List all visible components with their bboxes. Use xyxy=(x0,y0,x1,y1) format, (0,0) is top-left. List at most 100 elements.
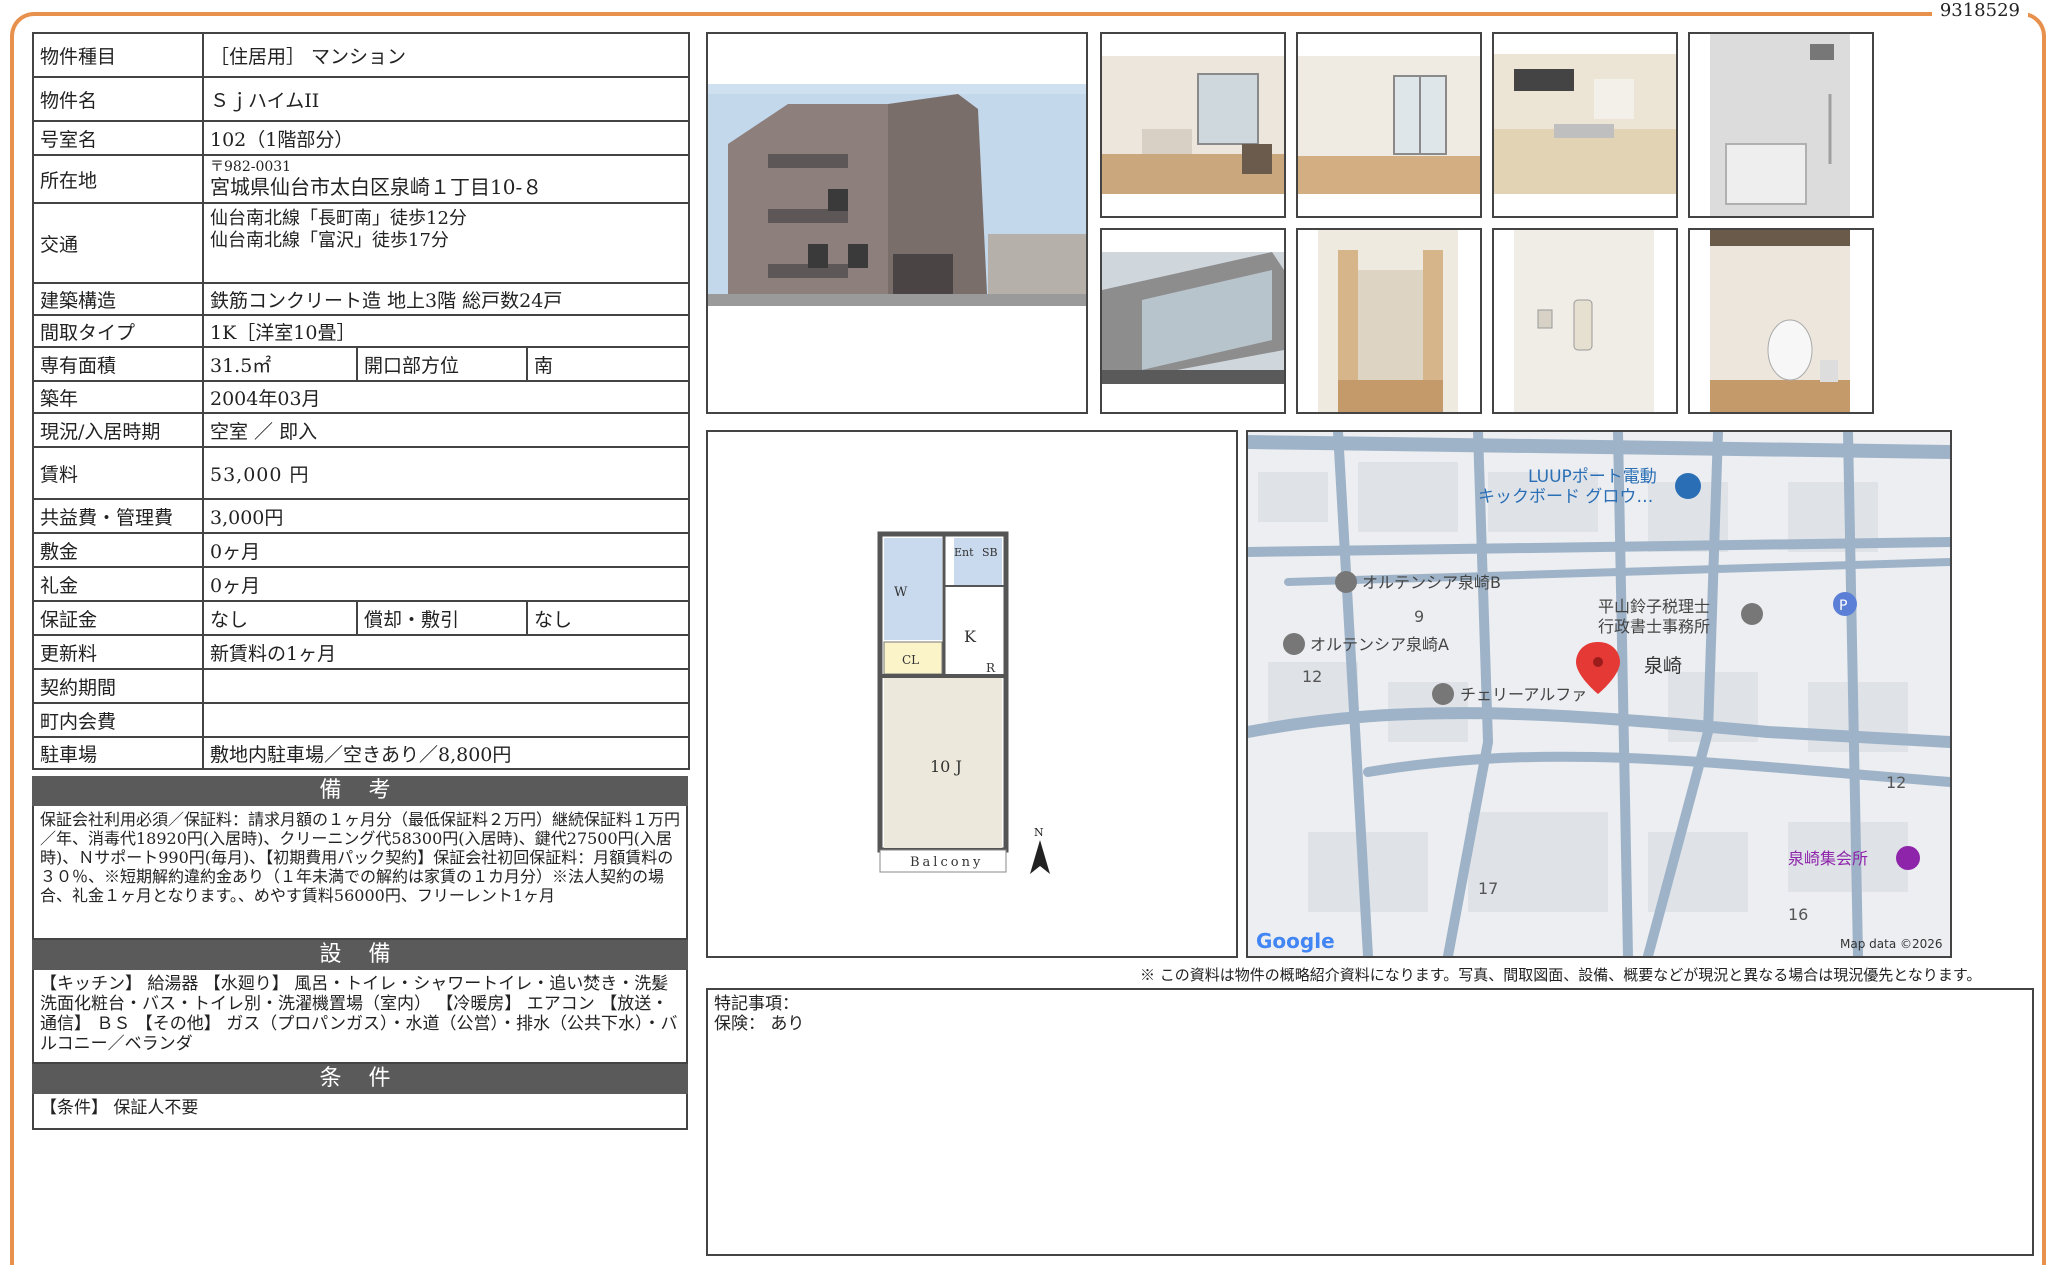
built-value: 2004年03月 xyxy=(202,380,690,414)
svg-text:P: P xyxy=(1839,598,1847,614)
access-value: 仙台南北線「長町南」徒歩12分 仙台南北線「富沢」徒歩17分 xyxy=(202,202,690,284)
map-number-17: 17 xyxy=(1478,879,1498,898)
guarantee-value: なし xyxy=(202,600,358,636)
room-label: 号室名 xyxy=(32,120,204,156)
structure-label: 建築構造 xyxy=(32,282,204,316)
bicycle-icon[interactable] xyxy=(1675,473,1701,499)
western-room-photo-image xyxy=(1298,34,1480,216)
toilet-photo xyxy=(1688,228,1874,414)
balcony-photo-image xyxy=(1102,230,1284,412)
floor-plan-room: 10 J xyxy=(930,757,962,776)
special-notes-title: 特記事項： xyxy=(714,994,799,1014)
floor-plan-balcony: Balcony xyxy=(910,855,983,870)
type-label: 物件種目 xyxy=(32,32,204,78)
map-poi-luup-2: キックボード グロウ… xyxy=(1478,487,1653,507)
living-room-photo-image xyxy=(1102,34,1284,216)
floor-plan-sb: SB xyxy=(982,546,998,559)
area-value: 31.5㎡ xyxy=(202,346,358,382)
exterior-photo-image xyxy=(708,34,1086,412)
layout-value: 1K［洋室10畳］ xyxy=(202,314,690,348)
fee-label: 共益費・管理費 xyxy=(32,498,204,534)
closet-photo-image xyxy=(1298,230,1480,412)
conditions-header: 条 件 xyxy=(32,1064,688,1094)
deposit-label: 敷金 xyxy=(32,532,204,568)
location-label: 所在地 xyxy=(32,154,204,204)
google-logo: Google xyxy=(1256,929,1335,953)
kitchen-photo xyxy=(1492,32,1678,218)
equipment-header: 設 備 xyxy=(32,940,688,970)
map-poi-hirayama-1: 平山鈴子税理士 xyxy=(1598,597,1710,616)
intercom-photo xyxy=(1492,228,1678,414)
map-poi-ortensia-b: オルテンシア泉崎B xyxy=(1362,573,1501,592)
structure-value: 鉄筋コンクリート造 地上3階 総戸数24戸 xyxy=(202,282,690,316)
conditions-body: 【条件】 保証人不要 xyxy=(32,1094,688,1130)
access-line-1: 仙台南北線「長町南」徒歩12分 xyxy=(210,208,467,229)
name-label: 物件名 xyxy=(32,76,204,122)
floor-plan-cl: CL xyxy=(902,653,919,667)
name-value: ＳｊハイムII xyxy=(202,76,690,122)
map-pin-icon[interactable] xyxy=(1335,571,1357,593)
association-fee-label: 町内会費 xyxy=(32,702,204,738)
map-poi-hirayama-2: 行政書士事務所 xyxy=(1598,617,1710,636)
property-spec-table: 物件種目 ［住居用］ マンション 物件名 ＳｊハイムII 号室名 102（1階部… xyxy=(32,32,690,770)
deposit-value: 0ヶ月 xyxy=(202,532,690,568)
contract-value xyxy=(202,668,690,704)
address: 宮城県仙台市太白区泉崎１丁目10-８ xyxy=(210,175,543,199)
status-value: 空室 ／ 即入 xyxy=(202,412,690,448)
remarks-body: 保証会社利用必須／保証料：請求月額の１ヶ月分（最低保証料２万円）継続保証料１万円… xyxy=(32,806,688,940)
area-label: 専有面積 xyxy=(32,346,204,382)
rent-value: 53,000 円 xyxy=(202,446,690,500)
layout-label: 間取タイプ xyxy=(32,314,204,348)
location-map[interactable]: LUUPポート電動 キックボード グロウ… オルテンシア泉崎B オルテンシア泉崎… xyxy=(1246,430,1952,958)
western-room-photo xyxy=(1296,32,1482,218)
document-id: 9318529 xyxy=(1931,0,2028,21)
community-hall-icon[interactable] xyxy=(1896,846,1920,870)
map-number-12-left: 12 xyxy=(1302,667,1322,686)
map-attribution: Map data ©2026 xyxy=(1840,937,1943,951)
amortization-value: なし xyxy=(526,600,690,636)
map-pin-icon[interactable] xyxy=(1432,683,1454,705)
floor-plan-k: K xyxy=(964,627,977,646)
map-poi-ortensia-a: オルテンシア泉崎A xyxy=(1310,635,1449,654)
balcony-photo xyxy=(1100,228,1286,414)
floor-plan-ent: Ent xyxy=(954,546,974,559)
closet-photo xyxy=(1296,228,1482,414)
svg-text:N: N xyxy=(1034,826,1044,839)
special-notes-box: 特記事項： 保険： あり xyxy=(706,988,2034,1256)
location-map-drawing[interactable]: LUUPポート電動 キックボード グロウ… オルテンシア泉崎B オルテンシア泉崎… xyxy=(1248,432,1950,956)
access-line-2: 仙台南北線「富沢」徒歩17分 xyxy=(210,230,449,251)
insurance-note: 保険： あり xyxy=(714,1014,805,1034)
map-number-16: 16 xyxy=(1788,905,1808,924)
equipment-body: 【キッチン】 給湯器 【水廻り】 風呂・トイレ・シャワートイレ・追い焚き・洗髪洗… xyxy=(32,970,688,1064)
parking-label: 駐車場 xyxy=(32,736,204,770)
room-value: 102（1階部分） xyxy=(202,120,690,156)
association-fee-value xyxy=(202,702,690,738)
parking-value: 敷地内駐車場／空きあり／8,800円 xyxy=(202,736,690,770)
status-label: 現況/入居時期 xyxy=(32,412,204,448)
direction-value: 南 xyxy=(526,346,690,382)
map-poi-cherry: チェリーアルファ xyxy=(1460,685,1587,704)
map-pin-icon[interactable] xyxy=(1283,633,1305,655)
guarantee-label: 保証金 xyxy=(32,600,204,636)
type-value: ［住居用］ マンション xyxy=(202,32,690,78)
living-room-photo xyxy=(1100,32,1286,218)
kitchen-photo-image xyxy=(1494,34,1676,216)
amortization-label: 償却・敷引 xyxy=(356,600,528,636)
bathroom-photo-image xyxy=(1690,34,1872,216)
map-poi-hall: 泉崎集会所 xyxy=(1788,849,1868,868)
map-number-9: 9 xyxy=(1414,607,1424,626)
floor-plan-r: R xyxy=(986,661,996,675)
toilet-photo-image xyxy=(1690,230,1872,412)
bathroom-photo xyxy=(1688,32,1874,218)
map-number-12-right: 12 xyxy=(1886,773,1906,792)
rent-label: 賃料 xyxy=(32,446,204,500)
exterior-photo xyxy=(706,32,1088,414)
floor-plan-drawing: Ent SB W K CL R 10 J Balcony N xyxy=(877,531,1050,874)
zip-code: 〒982-0031 xyxy=(210,159,292,175)
fee-value: 3,000円 xyxy=(202,498,690,534)
keymoney-label: 礼金 xyxy=(32,566,204,602)
renewal-label: 更新料 xyxy=(32,634,204,670)
intercom-photo-image xyxy=(1494,230,1676,412)
access-label: 交通 xyxy=(32,202,204,284)
map-pin-icon[interactable] xyxy=(1741,603,1763,625)
